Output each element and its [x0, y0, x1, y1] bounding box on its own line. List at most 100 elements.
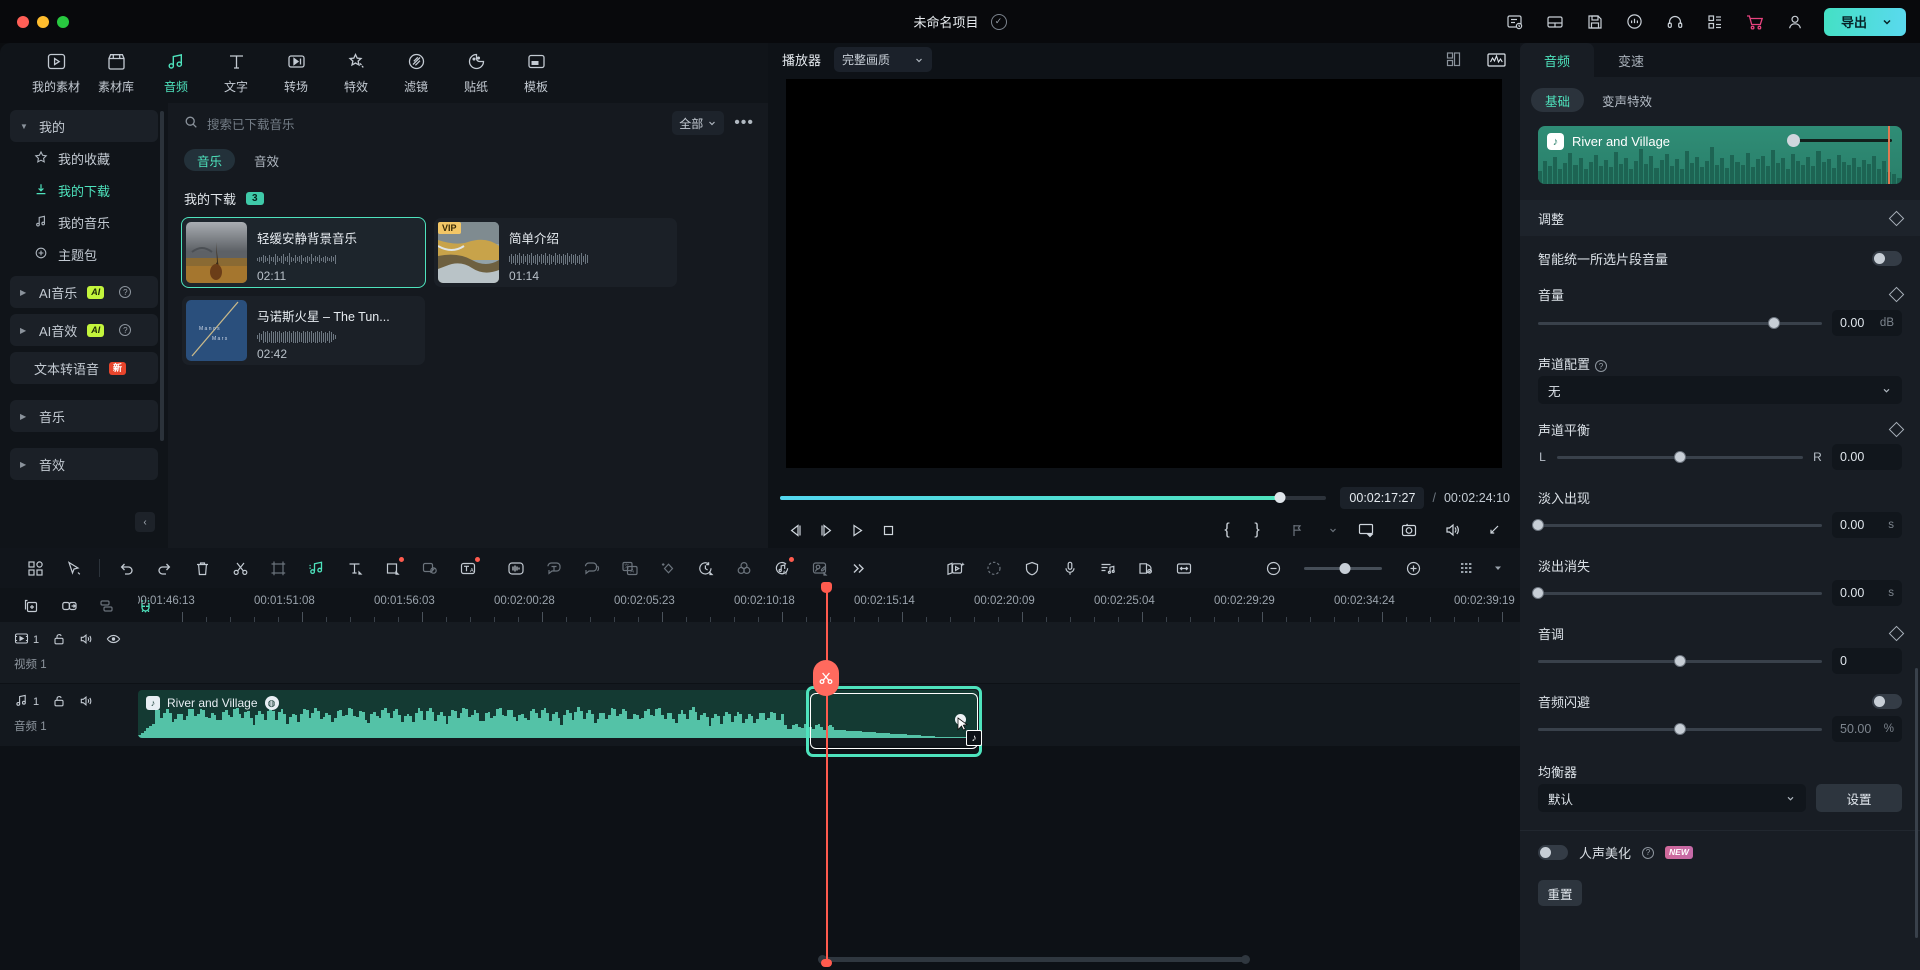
subtab-sfx[interactable]: 音效 — [241, 149, 292, 171]
pitch-value-input[interactable]: 0 — [1832, 648, 1902, 674]
clip-effect-icon[interactable]: ◍ — [265, 696, 279, 710]
category-music[interactable]: ▶ 音乐 — [10, 400, 158, 432]
redo-icon[interactable] — [145, 554, 183, 582]
filter-select[interactable]: 全部 — [672, 111, 724, 135]
timeline-horizontal-scrollbar[interactable] — [826, 957, 1246, 962]
notes-icon[interactable] — [1504, 11, 1526, 33]
help-icon[interactable]: ? — [1642, 847, 1654, 859]
fade-in-slider[interactable] — [1538, 524, 1822, 527]
keyframe-diamond-icon[interactable] — [1889, 286, 1905, 302]
playhead-handle-bottom[interactable] — [821, 959, 832, 967]
user-icon[interactable] — [1784, 11, 1806, 33]
ducking-slider[interactable] — [1538, 728, 1822, 731]
vocal-enhance-toggle[interactable] — [1538, 845, 1568, 860]
category-theme-pack[interactable]: 主题包 — [10, 238, 158, 270]
clip-preview[interactable]: ♪ River and Village — [1538, 126, 1902, 184]
category-favorites[interactable]: 我的收藏 — [10, 142, 158, 174]
quality-select[interactable]: 完整画质 — [834, 47, 932, 72]
ruler-ticks[interactable]: 00:01:46:13 00:01:51:08 00:01:56:03 00:0… — [138, 588, 1520, 622]
ducking-knob[interactable] — [1674, 723, 1686, 735]
ducking-value-input[interactable]: 50.00 % — [1832, 716, 1902, 742]
lock-icon[interactable] — [52, 694, 66, 711]
playhead[interactable] — [826, 588, 828, 963]
category-my-music[interactable]: 我的音乐 — [10, 206, 158, 238]
lock-icon[interactable] — [52, 632, 66, 649]
ducking-toggle[interactable] — [1872, 694, 1902, 709]
add-track-icon[interactable] — [12, 592, 50, 620]
snapshot-icon[interactable] — [1393, 517, 1424, 543]
subtab-music[interactable]: 音乐 — [184, 149, 235, 171]
group-icon[interactable] — [88, 592, 126, 620]
motion-tracking-icon[interactable] — [975, 554, 1013, 582]
delete-icon[interactable] — [183, 554, 221, 582]
more-options-button[interactable]: ••• — [734, 114, 754, 132]
category-tts[interactable]: 文本转语音 新 — [10, 352, 158, 384]
media-card[interactable]: VIP 简单介绍 01:14 — [434, 218, 677, 287]
fullscreen-icon[interactable] — [1479, 517, 1510, 543]
media-card[interactable]: M a n o sM a r s 马诺斯火星 – The Tun... 02:4… — [182, 296, 425, 365]
nav-tab-sticker[interactable]: 贴纸 — [446, 49, 506, 103]
fade-out-knob[interactable] — [1532, 587, 1544, 599]
category-ai-sfx[interactable]: ▶ AI音效 AI ? — [10, 314, 158, 346]
balance-value-input[interactable]: 0.00 — [1832, 444, 1902, 470]
mute-icon[interactable] — [79, 694, 93, 711]
help-icon[interactable]: ? — [119, 286, 131, 298]
record-mic-icon[interactable] — [1051, 554, 1089, 582]
play-icon[interactable] — [842, 517, 873, 543]
undo-icon[interactable] — [107, 554, 145, 582]
cloud-upload-icon[interactable] — [1624, 11, 1646, 33]
tab-audio[interactable]: 音频 — [1520, 43, 1594, 77]
volume-knob[interactable] — [1768, 317, 1780, 329]
current-time[interactable]: 00:02:17:27 — [1340, 487, 1424, 509]
fade-out-slider[interactable] — [1538, 592, 1822, 595]
pitch-slider[interactable] — [1538, 660, 1822, 663]
properties-scrollbar[interactable] — [1915, 668, 1918, 938]
preview-trim-slider[interactable] — [1792, 139, 1892, 142]
zoom-slider[interactable] — [1304, 567, 1382, 570]
translate-icon[interactable]: 文A — [611, 554, 649, 582]
playback-seek-bar[interactable] — [780, 496, 1326, 500]
pitch-knob[interactable] — [1674, 655, 1686, 667]
screen-icon[interactable] — [1350, 517, 1381, 543]
zoom-in-icon[interactable] — [1394, 554, 1432, 582]
cart-icon[interactable] — [1744, 11, 1766, 33]
layout-icon[interactable] — [1544, 11, 1566, 33]
zoom-out-icon[interactable] — [1254, 554, 1292, 582]
crop-icon[interactable] — [259, 554, 297, 582]
keyframe-diamond-icon[interactable] — [1889, 421, 1905, 437]
headset-icon[interactable] — [1664, 11, 1686, 33]
category-downloads[interactable]: 我的下载 — [10, 174, 158, 206]
nav-tab-media-library[interactable]: 素材库 — [86, 49, 146, 103]
mark-in-button[interactable]: { — [1218, 521, 1236, 539]
media-card[interactable]: 轻缓安静背景音乐 02:11 — [182, 218, 425, 287]
link-icon[interactable] — [50, 592, 88, 620]
category-ai-music[interactable]: ▶ AI音乐 AI ? — [10, 276, 158, 308]
volume-slider[interactable] — [1538, 322, 1822, 325]
volume-value-input[interactable]: 0.00 dB — [1832, 310, 1902, 336]
category-sfx[interactable]: ▶ 音效 — [10, 448, 158, 480]
hscroll-right-cap[interactable] — [1241, 955, 1250, 964]
text-icon[interactable] — [335, 554, 373, 582]
equalizer-select[interactable]: 默认 — [1538, 784, 1806, 812]
track-audio-1[interactable]: 1 音频 1 ♪ River and Village ◍ ♪ — [0, 684, 1520, 746]
nav-tab-my-media[interactable]: 我的素材 — [26, 49, 86, 103]
ai-text-icon[interactable]: AI — [449, 554, 487, 582]
volume-icon[interactable] — [1436, 517, 1467, 543]
equalizer-settings-button[interactable]: 设置 — [1816, 784, 1902, 812]
category-scrollbar[interactable] — [160, 111, 164, 441]
ai-portrait-icon[interactable] — [801, 554, 839, 582]
track-height-icon[interactable] — [1448, 554, 1486, 582]
category-my[interactable]: ▼ 我的 — [10, 110, 158, 142]
shield-icon[interactable] — [1013, 554, 1051, 582]
marker-icon[interactable] — [1278, 516, 1316, 544]
beat-detect-icon[interactable] — [1089, 554, 1127, 582]
audio-detach-icon[interactable] — [297, 554, 335, 582]
apps-grid-icon[interactable] — [16, 554, 54, 582]
color-match-icon[interactable] — [725, 554, 763, 582]
shape-icon[interactable] — [373, 554, 411, 582]
keyframe-icon[interactable] — [649, 554, 687, 582]
fade-out-value-input[interactable]: 0.00 s — [1832, 580, 1902, 606]
auto-normalize-toggle[interactable] — [1872, 251, 1902, 266]
audio-waveform-icon[interactable] — [497, 554, 535, 582]
fade-in-knob[interactable] — [1532, 519, 1544, 531]
